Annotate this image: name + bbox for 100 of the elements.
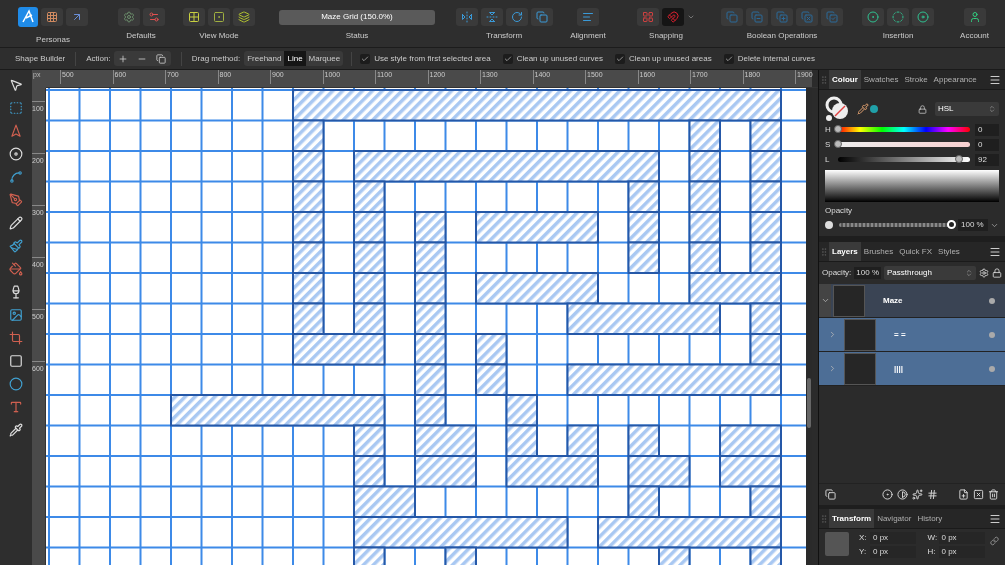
sparkles-icon[interactable] xyxy=(912,489,923,500)
input-field[interactable]: 0 px xyxy=(870,546,916,558)
app-logo-icon[interactable] xyxy=(18,7,38,27)
trash-icon[interactable] xyxy=(988,489,999,500)
layers-button[interactable] xyxy=(233,8,255,26)
chevrons-icon xyxy=(988,105,996,113)
slider-track[interactable] xyxy=(838,157,970,162)
image-tool[interactable] xyxy=(7,306,25,324)
dashed-square-icon xyxy=(9,101,23,115)
input-field[interactable]: 0 px xyxy=(870,532,916,544)
panel-tab[interactable]: Transform xyxy=(829,509,875,528)
magnet-button[interactable] xyxy=(662,8,684,26)
field-label: X: xyxy=(859,532,868,544)
disc-tool[interactable] xyxy=(7,145,25,163)
checkbox[interactable] xyxy=(614,53,625,64)
arrow-icon xyxy=(9,124,23,138)
lock-icon[interactable] xyxy=(918,104,927,114)
circle-dot-icon[interactable] xyxy=(882,489,893,500)
slider-thumb[interactable] xyxy=(834,125,842,133)
checkbox-label: Delete internal curves xyxy=(737,52,816,65)
panel-tab[interactable]: Navigator xyxy=(874,509,915,528)
chevron-down-icon[interactable] xyxy=(820,296,830,305)
menu-icon[interactable] xyxy=(989,73,1001,86)
dashed-square-tool[interactable] xyxy=(7,99,25,117)
panel-tab[interactable]: Colour xyxy=(829,70,861,89)
fill-stroke-swatch-icon[interactable] xyxy=(825,96,851,122)
copy-check-button[interactable] xyxy=(821,8,843,26)
rotate-button[interactable] xyxy=(505,8,528,26)
pipette-icon[interactable] xyxy=(857,103,869,115)
slider-thumb[interactable] xyxy=(955,155,964,163)
rotate-icon xyxy=(510,11,523,23)
layer-row[interactable]: |||| xyxy=(819,352,1005,386)
panel-tab[interactable]: Appearance xyxy=(930,70,980,89)
input-field[interactable]: 0 px xyxy=(938,532,985,544)
grip-icon[interactable] xyxy=(819,245,829,258)
align-left-button[interactable] xyxy=(577,8,599,26)
pipette-tool[interactable] xyxy=(7,421,25,439)
export-icon xyxy=(71,11,83,23)
flip-vertical-button[interactable] xyxy=(480,8,503,26)
square-button[interactable] xyxy=(208,8,230,26)
square-icon xyxy=(9,354,23,368)
align-left-icon xyxy=(582,11,594,23)
magnet-icon xyxy=(667,11,679,23)
toolbar-group-label: Insertion xyxy=(882,30,914,42)
image-icon xyxy=(9,308,23,322)
circle-dot-button[interactable] xyxy=(862,8,884,26)
menu-icon[interactable] xyxy=(989,245,1001,258)
blend-mode-dropdown[interactable]: Passthrough xyxy=(884,266,976,280)
flip-horizontal-button[interactable] xyxy=(455,8,478,26)
copy-icon[interactable] xyxy=(825,489,836,500)
pencil-icon xyxy=(9,216,23,230)
panel-tab[interactable]: Quick FX xyxy=(896,242,936,261)
settings-icon[interactable] xyxy=(979,268,989,278)
disc-button[interactable] xyxy=(912,8,934,26)
checkbox-label: Clean up unused curves xyxy=(516,52,603,65)
square-x-icon[interactable] xyxy=(973,489,984,500)
drag-method-option[interactable]: Marquee xyxy=(305,51,344,66)
panel-tab[interactable]: Stroke xyxy=(901,70,931,89)
contrast-icon[interactable] xyxy=(897,489,908,500)
crop-tool[interactable] xyxy=(7,329,25,347)
menu-icon[interactable] xyxy=(989,512,1001,525)
plus-icon xyxy=(118,53,129,64)
layer-thumbnail xyxy=(833,284,865,317)
toolbar-group-label: Transform xyxy=(485,30,523,42)
panel-tab[interactable]: History xyxy=(914,509,946,528)
drag-method-option[interactable]: Line xyxy=(284,51,306,66)
checkbox[interactable] xyxy=(723,53,734,64)
link-icon[interactable] xyxy=(990,535,999,547)
paintbrush-tool[interactable] xyxy=(7,237,25,255)
square-tool[interactable] xyxy=(7,352,25,370)
checkbox[interactable] xyxy=(360,53,371,64)
paint-bucket-tool[interactable] xyxy=(7,260,25,278)
export-button[interactable] xyxy=(66,8,88,26)
panel-tab[interactable]: Brushes xyxy=(860,242,897,261)
copy-button[interactable] xyxy=(530,8,553,26)
curve-tool[interactable] xyxy=(7,168,25,186)
panel-tab[interactable]: Swatches xyxy=(860,70,902,89)
checkbox[interactable] xyxy=(502,53,513,64)
lock-icon[interactable] xyxy=(992,268,1002,278)
grip-icon[interactable] xyxy=(819,512,829,525)
panel-tab[interactable]: Layers xyxy=(829,242,861,261)
dashed-circle-button[interactable] xyxy=(887,8,909,26)
layer-row[interactable]: Maze xyxy=(819,284,1005,318)
drag-method-option[interactable]: Freehand xyxy=(244,51,285,66)
hash-icon[interactable] xyxy=(927,489,938,500)
slider-thumb[interactable] xyxy=(834,140,842,148)
user-button[interactable] xyxy=(963,8,986,26)
colour-model-dropdown[interactable]: HSL xyxy=(935,102,999,116)
copy-check-icon xyxy=(826,11,838,23)
grip-icon[interactable] xyxy=(819,73,829,86)
input-field[interactable]: 0 px xyxy=(938,546,985,558)
file-plus-icon[interactable] xyxy=(958,489,969,500)
circle-tool[interactable] xyxy=(7,375,25,393)
colour-picker-box[interactable] xyxy=(825,170,999,202)
panel-tab[interactable]: Styles xyxy=(935,242,963,261)
checkbox-label: Clean up unused areas xyxy=(628,52,712,65)
pencil-tool[interactable] xyxy=(7,214,25,232)
pen-tool[interactable] xyxy=(7,191,25,209)
layer-row[interactable]: = = xyxy=(819,318,1005,352)
opacity-value[interactable]: 100 % xyxy=(854,267,882,279)
